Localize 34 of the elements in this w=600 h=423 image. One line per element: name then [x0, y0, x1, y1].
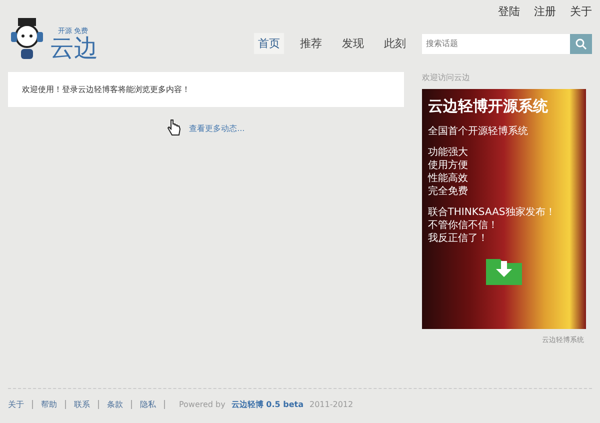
ad-banner[interactable]: 云边轻博开源系统 全国首个开源轻博系统 功能强大 使用方便 性能高效 完全免费 联合THINKSAAS独家发布！ 不管你信不信！ 我反正信了！	[422, 89, 586, 329]
nav-tab[interactable]: 推荐	[296, 33, 326, 54]
copyright-years: 2011-2012	[310, 400, 354, 408]
banner-slogan: 我反正信了！	[428, 232, 489, 245]
mascot-logo-icon	[8, 16, 46, 60]
nav-tab[interactable]: 此刻	[380, 33, 410, 54]
banner-headline: 云边轻博开源系统	[428, 97, 549, 116]
footer-link[interactable]: 帮助	[41, 400, 66, 408]
product-version: 云边轻博 0.5 beta	[231, 398, 304, 410]
banner-feature: 使用方便	[428, 159, 469, 172]
footer-link[interactable]: 联系	[74, 400, 99, 408]
nav-tab[interactable]: 首页	[254, 33, 284, 54]
search-button[interactable]	[570, 34, 592, 54]
nav-tab[interactable]: 发现	[338, 33, 368, 54]
login-notice: 欢迎使用！登录云边轻博客将能浏览更多内容！	[8, 72, 404, 107]
banner-subtitle: 全国首个开源轻博系统	[428, 124, 529, 138]
banner-feature: 功能强大	[428, 146, 469, 159]
logo-wordmark: 云边	[50, 36, 98, 60]
banner-slogan: 联合THINKSAAS独家发布！	[428, 206, 556, 219]
search-icon	[575, 38, 587, 50]
search-field[interactable]: 搜索话题	[422, 34, 570, 54]
footer-link[interactable]: 隐私	[140, 400, 165, 408]
footer-link[interactable]: 条款	[107, 400, 132, 408]
hand-cursor-icon	[167, 119, 182, 137]
powered-by-text: Powered by	[179, 400, 226, 408]
banner-feature: 完全免费	[428, 185, 469, 198]
more-link[interactable]: 查看更多动态...	[189, 122, 245, 134]
top-link[interactable]: 注册	[534, 4, 556, 19]
top-link[interactable]: 关于	[570, 4, 592, 19]
footer-link[interactable]: 关于	[8, 400, 33, 408]
top-link[interactable]: 登陆	[498, 4, 520, 19]
banner-slogan: 不管你信不信！	[428, 219, 499, 232]
banner-feature: 性能高效	[428, 172, 469, 185]
sidebar-title: 欢迎访问云边	[422, 72, 471, 83]
